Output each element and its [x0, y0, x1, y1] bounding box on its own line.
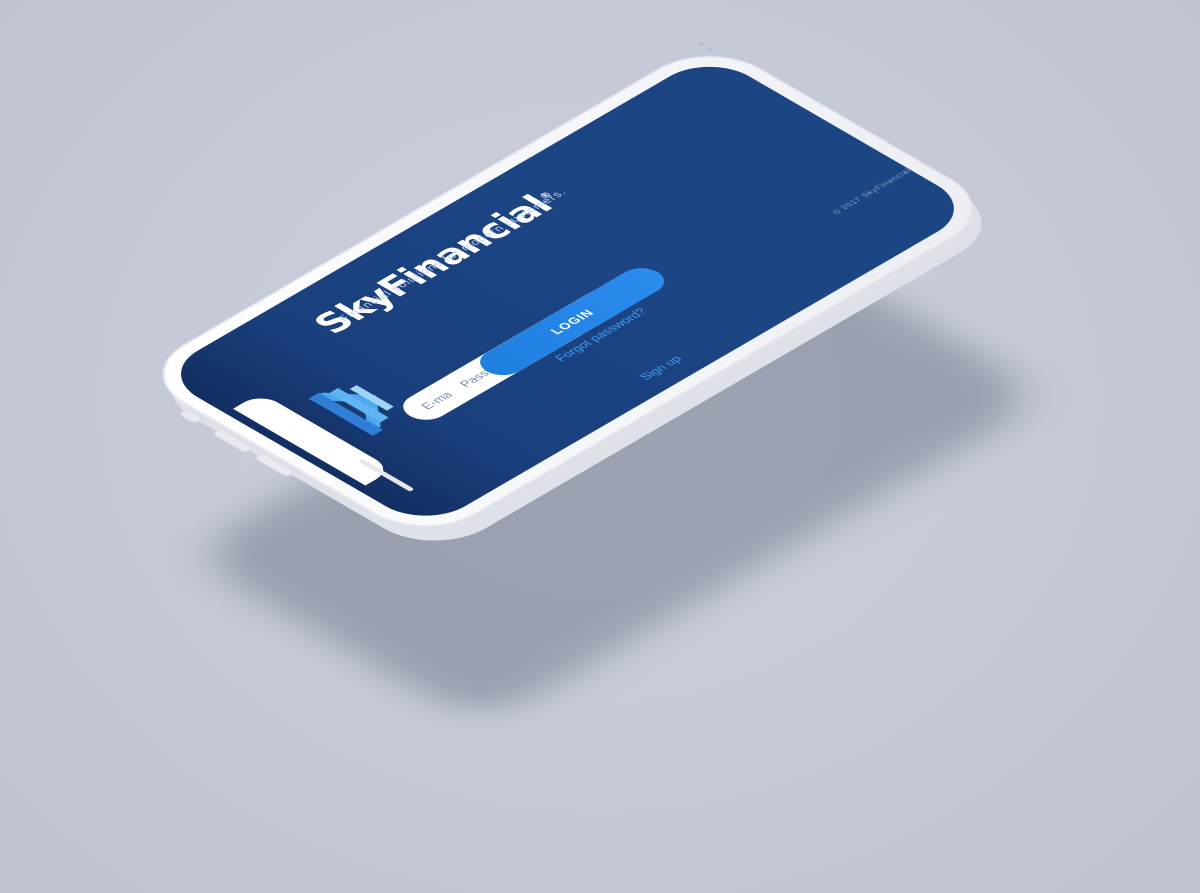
speaker-grille-dot: [706, 47, 715, 52]
login-button[interactable]: LOGIN: [470, 262, 674, 381]
copyright-text: © 2017 SkyFinancial Group: [830, 152, 939, 216]
earpiece-speaker: [357, 458, 415, 492]
mockup-stage: SkyFinancial® Financial solutions for mo…: [0, 0, 1200, 893]
signup-link[interactable]: Sign up: [636, 354, 685, 382]
speaker-grille-dot: [697, 42, 705, 47]
brand-tagline: Financial solutions for modern customers…: [335, 186, 570, 324]
